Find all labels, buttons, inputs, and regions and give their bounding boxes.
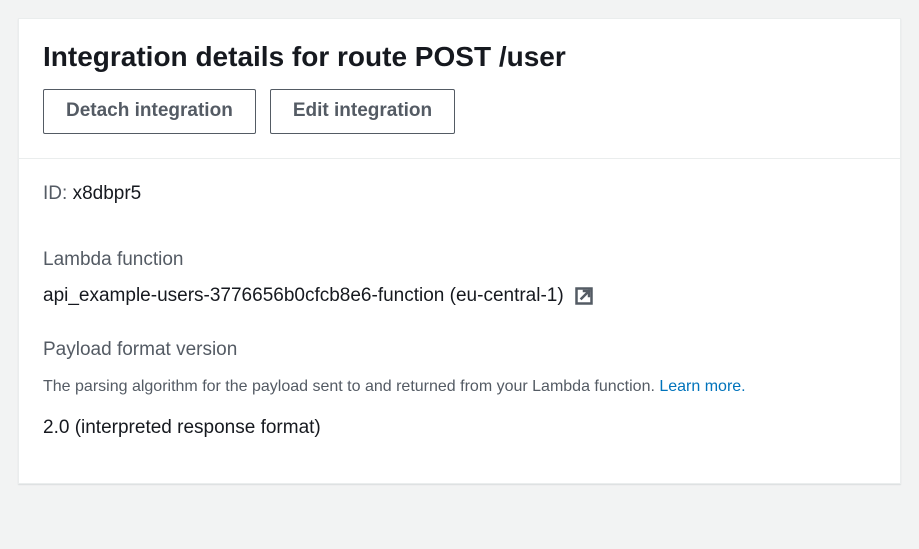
payload-format-label: Payload format version [43, 339, 876, 361]
payload-format-description-text: The parsing algorithm for the payload se… [43, 378, 659, 395]
panel-body: ID: x8dbpr5 Lambda function api_example-… [19, 159, 900, 483]
id-value: x8dbpr5 [73, 183, 142, 204]
edit-integration-button[interactable]: Edit integration [270, 89, 455, 134]
detach-integration-button[interactable]: Detach integration [43, 89, 256, 134]
learn-more-link[interactable]: Learn more. [659, 378, 745, 395]
lambda-function-value-row: api_example-users-3776656b0cfcb8e6-funct… [43, 285, 876, 307]
external-link-icon[interactable] [574, 286, 594, 306]
lambda-function-value: api_example-users-3776656b0cfcb8e6-funct… [43, 285, 564, 307]
integration-details-panel: Integration details for route POST /user… [18, 18, 901, 484]
button-row: Detach integration Edit integration [43, 89, 876, 134]
id-label: ID: [43, 183, 67, 204]
lambda-function-label: Lambda function [43, 249, 876, 271]
payload-format-field: Payload format version The parsing algor… [43, 339, 876, 439]
lambda-function-field: Lambda function api_example-users-377665… [43, 249, 876, 307]
payload-format-value: 2.0 (interpreted response format) [43, 417, 876, 439]
page-title: Integration details for route POST /user [43, 39, 876, 75]
id-row: ID: x8dbpr5 [43, 183, 876, 205]
panel-header: Integration details for route POST /user… [19, 19, 900, 159]
payload-format-description: The parsing algorithm for the payload se… [43, 375, 876, 399]
